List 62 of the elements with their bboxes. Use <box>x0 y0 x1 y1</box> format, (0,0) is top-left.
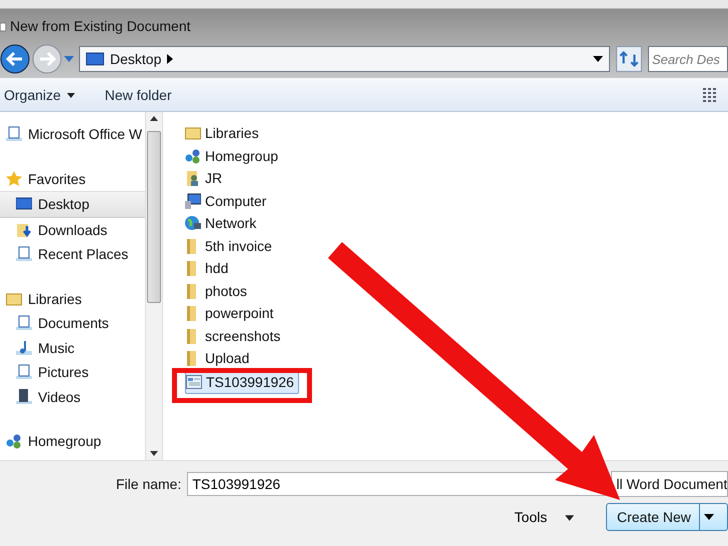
file-name-field[interactable]: TS103991926 <box>187 472 608 496</box>
file-item[interactable]: JR <box>185 167 226 190</box>
file-name-label: File name: <box>116 476 182 492</box>
music-note-icon <box>16 340 32 356</box>
search-field[interactable]: Search Des <box>648 46 728 72</box>
sidebar-item[interactable]: Videos <box>0 384 145 409</box>
tools-button[interactable]: Tools <box>508 508 580 526</box>
window-title: New from Existing Document <box>10 18 191 34</box>
homegroup-icon <box>185 148 201 164</box>
caret-icon <box>66 93 75 98</box>
sidebar-item[interactable]: Microsoft Office W <box>0 122 145 146</box>
caret-icon <box>565 515 574 522</box>
back-button[interactable] <box>0 44 30 74</box>
breadcrumb[interactable]: Desktop <box>110 51 162 67</box>
sidebar-item[interactable]: Recent Places <box>0 242 145 266</box>
chevron-icon[interactable] <box>167 54 174 64</box>
organize-button[interactable]: Organize <box>0 82 79 106</box>
file-type-dropdown[interactable]: ll Word Document <box>611 471 728 497</box>
history-dropdown-icon[interactable] <box>64 56 74 62</box>
file-item[interactable]: Libraries <box>185 122 263 144</box>
refresh-button[interactable] <box>616 46 642 72</box>
sidebar-item[interactable]: Pictures <box>0 360 145 384</box>
homegroup-icon <box>6 433 22 450</box>
document-icon <box>0 20 6 34</box>
monitor-icon <box>86 52 104 66</box>
file-item[interactable]: Homegroup <box>185 144 282 167</box>
caret-icon[interactable] <box>593 56 603 62</box>
library-icon <box>185 125 201 142</box>
scrollbar-thumb[interactable] <box>147 131 161 303</box>
globe-icon <box>185 215 201 232</box>
monitor-icon <box>16 196 32 212</box>
download-icon <box>16 222 32 238</box>
sidebar-item[interactable]: Favorites <box>0 166 145 191</box>
sidebar-item[interactable]: Documents <box>0 311 145 336</box>
film-icon <box>16 388 32 405</box>
create-new-button[interactable]: Create New <box>606 503 728 531</box>
scroll-up-icon[interactable] <box>150 116 158 121</box>
new-folder-button[interactable]: New folder <box>100 82 176 106</box>
document-icon <box>16 315 32 332</box>
file-item[interactable]: screenshots <box>185 324 284 347</box>
file-item[interactable]: 5th invoice <box>185 234 276 257</box>
user-folder-icon <box>185 170 201 186</box>
address-bar[interactable]: Desktop <box>79 46 610 72</box>
file-item[interactable]: Computer <box>185 190 270 212</box>
sidebar-item[interactable]: Libraries <box>0 286 145 311</box>
file-item[interactable]: Network <box>185 212 260 234</box>
caret-icon[interactable] <box>704 514 714 520</box>
file-item[interactable]: photos <box>185 280 252 302</box>
file-item[interactable]: hdd <box>185 257 232 280</box>
file-item[interactable]: powerpoint <box>185 302 278 324</box>
file-item[interactable]: Upload <box>185 347 254 370</box>
computer-icon <box>185 192 201 209</box>
star-icon <box>6 170 22 187</box>
document-icon <box>6 126 22 142</box>
sidebar-item[interactable]: Homegroup <box>0 429 145 454</box>
scroll-down-icon[interactable] <box>150 451 158 456</box>
sidebar-item[interactable]: Desktop <box>0 191 145 218</box>
sidebar-item[interactable]: Music <box>0 336 145 360</box>
library-icon <box>6 290 22 307</box>
scrollbar[interactable] <box>145 112 163 460</box>
template-icon <box>186 374 202 390</box>
sidebar-item[interactable]: Downloads <box>0 218 145 242</box>
